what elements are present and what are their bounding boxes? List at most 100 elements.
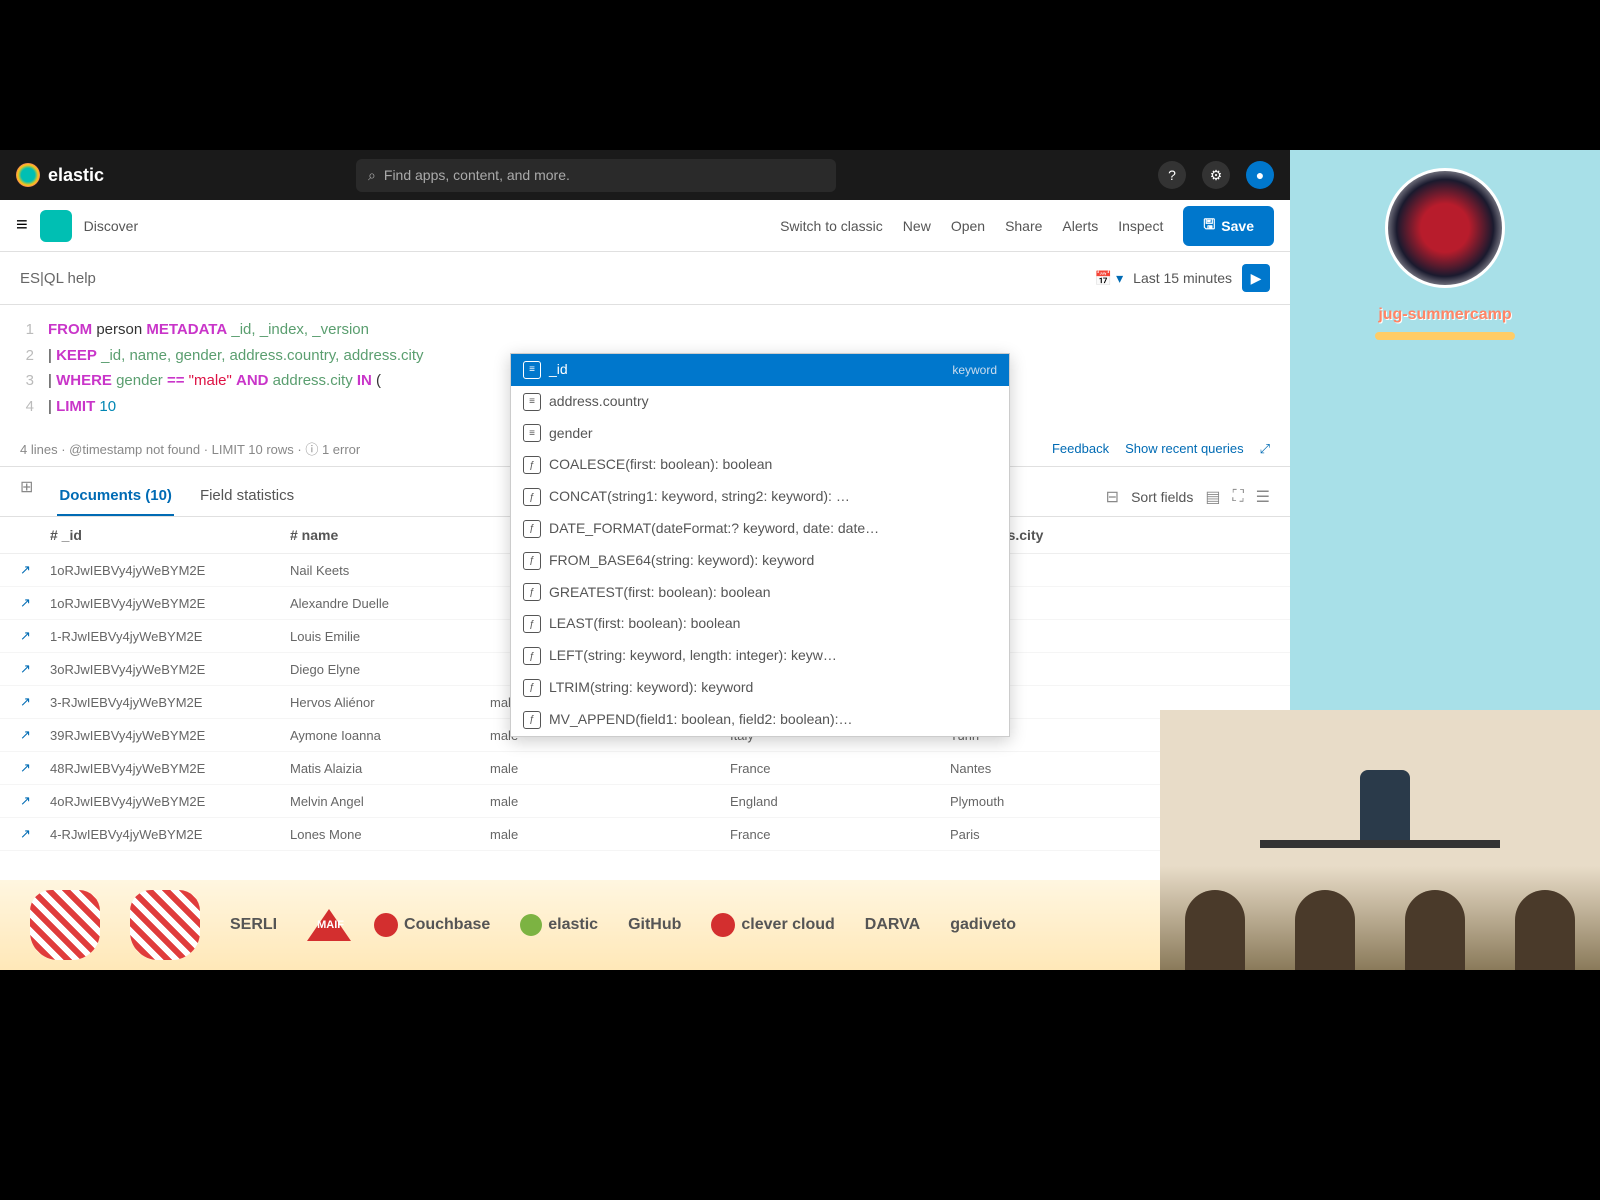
autocomplete-kind-icon: ƒ: [523, 679, 541, 697]
autocomplete-kind-icon: ƒ: [523, 711, 541, 729]
speaker-silhouette: [1360, 770, 1410, 840]
speaker-camera-feed: [1160, 710, 1600, 970]
autocomplete-item[interactable]: ƒCONCAT(string1: keyword, string2: keywo…: [511, 481, 1009, 513]
autocomplete-item[interactable]: ≡gender: [511, 418, 1009, 450]
autocomplete-item[interactable]: ≡address.country: [511, 386, 1009, 418]
toggle-icon[interactable]: ⊟: [1106, 487, 1119, 507]
table-row[interactable]: ↗4oRJwIEBVy4jyWeBYM2EMelvin AngelmaleEng…: [0, 785, 1290, 818]
autocomplete-kind-icon: ƒ: [523, 647, 541, 665]
autocomplete-item[interactable]: ≡_idkeyword: [511, 354, 1009, 386]
brand-text: elastic: [48, 165, 104, 186]
autocomplete-kind-icon: ≡: [523, 361, 541, 379]
column-header[interactable]: [20, 527, 50, 543]
autocomplete-item[interactable]: ƒLEFT(string: keyword, length: integer):…: [511, 640, 1009, 672]
open-link[interactable]: Open: [951, 218, 985, 234]
column-header[interactable]: # name: [290, 527, 490, 543]
sponsor-serli: SERLI: [230, 916, 277, 934]
inspect-link[interactable]: Inspect: [1118, 218, 1163, 234]
fullscreen-icon[interactable]: ⛶: [1232, 488, 1243, 506]
autocomplete-item[interactable]: ƒCOALESCE(first: boolean): boolean: [511, 449, 1009, 481]
sandal-icon: [130, 890, 200, 960]
expand-row-icon[interactable]: ↗: [20, 793, 50, 809]
calendar-icon[interactable]: 📅 ▾: [1095, 270, 1123, 287]
sponsor-darva: DARVA: [865, 916, 920, 934]
expand-row-icon[interactable]: ↗: [20, 760, 50, 776]
expand-row-icon[interactable]: ↗: [20, 595, 50, 611]
app-header: elastic ⌕ Find apps, content, and more. …: [0, 150, 1290, 200]
tab-field-statistics[interactable]: Field statistics: [198, 477, 296, 516]
conference-badge: [1375, 332, 1515, 340]
audience: [1160, 880, 1600, 970]
run-query-button[interactable]: ▶: [1242, 264, 1270, 292]
settings-icon[interactable]: ⚙: [1202, 161, 1230, 189]
autocomplete-kind-icon: ƒ: [523, 583, 541, 601]
table-view-icon[interactable]: ⊞: [20, 477, 33, 516]
autocomplete-kind-icon: ƒ: [523, 615, 541, 633]
status-summary: 4 lines · @timestamp not found · LIMIT 1…: [20, 439, 360, 458]
table-row[interactable]: ↗4-RJwIEBVy4jyWeBYM2ELones MonemaleFranc…: [0, 818, 1290, 851]
sponsor-elastic: elastic: [520, 914, 598, 936]
share-link[interactable]: Share: [1005, 218, 1042, 234]
global-search-input[interactable]: ⌕ Find apps, content, and more.: [356, 159, 836, 192]
esql-help-label[interactable]: ES|QL help: [20, 270, 96, 287]
autocomplete-item[interactable]: ƒFROM_BASE64(string: keyword): keyword: [511, 545, 1009, 577]
brand-logo[interactable]: elastic: [16, 163, 104, 187]
conference-logo-icon: [1385, 168, 1505, 288]
new-link[interactable]: New: [903, 218, 931, 234]
autocomplete-kind-icon: ƒ: [523, 488, 541, 506]
conference-title: jug-summercamp: [1290, 306, 1600, 324]
autocomplete-kind-icon: ƒ: [523, 520, 541, 538]
save-icon: 🖫: [1203, 214, 1215, 238]
conference-branding: jug-summercamp: [1290, 150, 1600, 710]
tab-documents[interactable]: Documents (10): [57, 477, 174, 516]
sponsor-maif: MAIF: [307, 909, 344, 941]
desk: [1260, 840, 1500, 848]
expand-row-icon[interactable]: ↗: [20, 661, 50, 677]
autocomplete-item[interactable]: ƒGREATEST(first: boolean): boolean: [511, 577, 1009, 609]
expand-row-icon[interactable]: ↗: [20, 727, 50, 743]
autocomplete-item[interactable]: ƒDATE_FORMAT(dateFormat:? keyword, date:…: [511, 513, 1009, 545]
esql-editor[interactable]: 1FROM person METADATA _id, _index, _vers…: [0, 305, 1290, 431]
sandal-icon: [30, 890, 100, 960]
breadcrumb[interactable]: Discover: [84, 218, 138, 234]
sponsor-github: GitHub: [628, 916, 681, 934]
recent-queries-link[interactable]: Show recent queries: [1125, 441, 1244, 457]
table-row[interactable]: ↗48RJwIEBVy4jyWeBYM2EMatis AlaiziamaleFr…: [0, 752, 1290, 785]
autocomplete-popup[interactable]: ≡_idkeyword≡address.country≡genderƒCOALE…: [510, 353, 1010, 737]
feedback-link[interactable]: Feedback: [1052, 441, 1109, 457]
alerts-link[interactable]: Alerts: [1062, 218, 1098, 234]
column-header[interactable]: # _id: [50, 527, 290, 543]
sponsor-couchbase: Couchbase: [374, 913, 490, 937]
app-badge[interactable]: [40, 210, 72, 242]
autocomplete-item[interactable]: ƒMV_APPEND(field1: boolean, field2: bool…: [511, 704, 1009, 736]
search-placeholder: Find apps, content, and more.: [384, 167, 570, 183]
sponsor-gadiveto: gadiveto: [950, 916, 1016, 934]
help-icon[interactable]: ?: [1158, 161, 1186, 189]
editor-line[interactable]: 1FROM person METADATA _id, _index, _vers…: [20, 317, 1270, 343]
autocomplete-item[interactable]: ƒLTRIM(string: keyword): keyword: [511, 672, 1009, 704]
autocomplete-kind-icon: ƒ: [523, 456, 541, 474]
autocomplete-kind-icon: ≡: [523, 424, 541, 442]
autocomplete-kind-icon: ƒ: [523, 552, 541, 570]
switch-classic-link[interactable]: Switch to classic: [780, 218, 883, 234]
sponsor-strip: SERLI MAIF Couchbase elastic GitHub clev…: [0, 880, 1160, 970]
user-avatar[interactable]: ●: [1246, 161, 1274, 189]
expand-row-icon[interactable]: ↗: [20, 628, 50, 644]
query-bar: ES|QL help 📅 ▾ Last 15 minutes ▶: [0, 252, 1290, 305]
expand-row-icon[interactable]: ↗: [20, 694, 50, 710]
expand-icon[interactable]: ⤢: [1260, 441, 1270, 457]
save-button[interactable]: 🖫 Save: [1183, 206, 1274, 246]
density-icon[interactable]: ▤: [1205, 487, 1220, 507]
elastic-icon: [16, 163, 40, 187]
autocomplete-kind-icon: ≡: [523, 393, 541, 411]
page-subheader: ≡ Discover Switch to classic New Open Sh…: [0, 200, 1290, 252]
expand-row-icon[interactable]: ↗: [20, 826, 50, 842]
expand-row-icon[interactable]: ↗: [20, 562, 50, 578]
autocomplete-item[interactable]: ƒLEAST(first: boolean): boolean: [511, 608, 1009, 640]
columns-icon[interactable]: ☰: [1256, 487, 1270, 507]
time-range[interactable]: Last 15 minutes: [1133, 270, 1232, 286]
sponsor-clevercloud: clever cloud: [711, 913, 834, 937]
search-icon: ⌕: [368, 167, 376, 184]
hamburger-menu-icon[interactable]: ≡: [16, 214, 28, 237]
sort-fields-button[interactable]: Sort fields: [1131, 489, 1193, 505]
